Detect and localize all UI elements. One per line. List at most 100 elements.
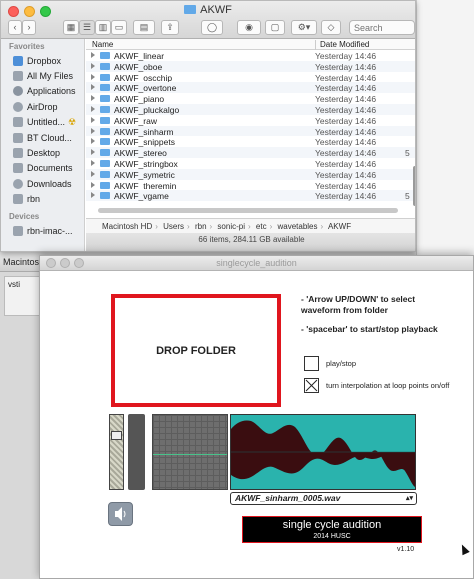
folder-icon: [13, 132, 23, 143]
arrange-icon: ▤: [139, 22, 149, 32]
disclosure-triangle-icon[interactable]: [91, 181, 95, 188]
share-button[interactable]: ⇪: [161, 20, 179, 35]
selected-file-label: AKWF_sinharm_0005.wav: [235, 493, 341, 503]
home-icon: [13, 194, 23, 205]
disclosure-triangle-icon[interactable]: [91, 192, 95, 199]
sidebar-item-downloads[interactable]: Downloads: [1, 176, 84, 191]
disclosure-triangle-icon[interactable]: [91, 116, 95, 123]
sidebar-item-label: BT Cloud...: [27, 132, 72, 143]
horizontal-scrollbar[interactable]: [98, 208, 398, 213]
disclosure-triangle-icon[interactable]: [91, 84, 95, 91]
table-row[interactable]: AKWF_piano Yesterday 14:46: [86, 93, 415, 104]
play-stop-toggle[interactable]: [304, 356, 319, 371]
sidebar-header: Favorites: [9, 42, 45, 51]
table-row[interactable]: AKWF_oboe Yesterday 14:46: [86, 60, 415, 72]
table-row[interactable]: AKWF_vgame Yesterday 14:46 5: [86, 190, 415, 201]
column-header-name[interactable]: Name: [92, 40, 113, 49]
column-view-button[interactable]: ▥: [95, 20, 111, 35]
file-rows: AKWF_linear Yesterday 14:46 AKWF_oboe Yeste…: [86, 50, 415, 201]
tag-button[interactable]: ▢: [265, 20, 285, 35]
disclosure-triangle-icon[interactable]: [91, 52, 95, 58]
list-header: Name Date Modified: [86, 39, 415, 50]
column-header-date[interactable]: Date Modified: [315, 40, 369, 50]
table-row[interactable]: AKWF_stereo Yesterday 14:46 5: [86, 147, 415, 158]
disclosure-triangle-icon[interactable]: [91, 73, 95, 80]
table-row[interactable]: AKWF_raw Yesterday 14:46: [86, 115, 415, 126]
slider-knob[interactable]: [111, 431, 122, 440]
dropbox-toolbar-button[interactable]: ◇: [321, 20, 341, 35]
audio-on-off-button[interactable]: [108, 502, 133, 526]
disclosure-triangle-icon[interactable]: [91, 95, 95, 102]
disclosure-triangle-icon[interactable]: [91, 105, 95, 112]
documents-icon: [13, 163, 23, 174]
instruction-spacebar: - 'spacebar' to start/stop playback: [301, 324, 438, 334]
path-item[interactable]: Macintosh HD: [102, 222, 152, 231]
downloads-icon: [13, 178, 23, 189]
file-date: Yesterday 14:46: [315, 115, 377, 126]
sidebar-item-documents[interactable]: Documents: [1, 161, 84, 176]
arrange-button[interactable]: ▤: [133, 20, 155, 35]
quicklook-button[interactable]: ◉: [237, 20, 261, 35]
sidebar-item-untitled[interactable]: Untitled... ☢: [1, 115, 84, 130]
table-row[interactable]: AKWF_snippets Yesterday 14:46: [86, 136, 415, 148]
volume-slider[interactable]: [109, 414, 124, 490]
table-row[interactable]: AKWF_symetric Yesterday 14:46: [86, 168, 415, 180]
sidebar-item-airdrop[interactable]: AirDrop: [1, 99, 84, 114]
folder-icon: [100, 138, 110, 146]
sidebar-item-desktop[interactable]: Desktop: [1, 145, 84, 160]
waveform-graph: [231, 420, 415, 487]
file-date: Yesterday 14:46: [315, 137, 377, 148]
sidebar-item-all-my-files[interactable]: All My Files: [1, 68, 84, 83]
coverflow-icon: ▭: [114, 22, 124, 32]
folder-icon: [100, 73, 110, 81]
disclosure-triangle-icon[interactable]: [91, 149, 95, 156]
sidebar-item-rbn[interactable]: rbn: [1, 192, 84, 207]
coverflow-view-button[interactable]: ▭: [111, 20, 127, 35]
action-button[interactable]: ⚙▾: [291, 20, 317, 35]
sidebar-item-dropbox[interactable]: Dropbox: [1, 53, 84, 68]
drop-folder-zone[interactable]: DROP FOLDER: [111, 294, 281, 407]
folder-icon: [100, 95, 110, 103]
file-date: Yesterday 14:46: [315, 169, 377, 180]
disclosure-triangle-icon[interactable]: [91, 138, 95, 145]
back-button[interactable]: ‹: [8, 20, 22, 35]
sidebar-item-imac[interactable]: rbn-imac-...: [1, 223, 84, 238]
minimize-button[interactable]: [60, 258, 70, 268]
table-row[interactable]: AKWF_linear Yesterday 14:46: [86, 50, 415, 61]
list-view-button[interactable]: ☰: [79, 20, 95, 35]
path-item[interactable]: wavetables: [277, 222, 317, 231]
table-row[interactable]: AKWF_oscchip Yesterday 14:46: [86, 72, 415, 83]
path-item[interactable]: AKWF: [328, 222, 351, 231]
finder-titlebar: AKWF ‹ › ▦ ☰ ▥ ▭ ▤ ⇪ ◯ ◉ ▢ ⚙▾ ◇: [1, 1, 415, 39]
tags-button[interactable]: ◯: [201, 20, 223, 35]
path-item[interactable]: etc: [256, 222, 267, 231]
drop-folder-label: DROP FOLDER: [156, 344, 236, 357]
computer-icon: [13, 225, 23, 236]
close-button[interactable]: [46, 258, 56, 268]
path-item[interactable]: sonic-pi: [217, 222, 245, 231]
disclosure-triangle-icon[interactable]: [91, 127, 95, 134]
table-row[interactable]: AKWF_theremin Yesterday 14:46: [86, 180, 415, 191]
forward-button[interactable]: ›: [22, 20, 36, 35]
disclosure-triangle-icon[interactable]: [91, 159, 95, 166]
search-input[interactable]: [349, 20, 415, 35]
sidebar-item-bt-cloud[interactable]: BT Cloud...: [1, 130, 84, 145]
zoom-button[interactable]: [74, 258, 84, 268]
table-row[interactable]: AKWF_overtone Yesterday 14:46: [86, 82, 415, 93]
file-date: Yesterday 14:46: [315, 104, 377, 115]
icon-view-button[interactable]: ▦: [63, 20, 79, 35]
radioactive-icon: ☢: [68, 116, 77, 127]
table-row[interactable]: AKWF_stringbox Yesterday 14:46: [86, 158, 415, 169]
interpolation-toggle[interactable]: [304, 378, 319, 393]
sidebar-item-applications[interactable]: Applications: [1, 84, 84, 99]
columns-icon: ▥: [98, 22, 108, 32]
sidebar-item-label: rbn-imac-...: [27, 225, 73, 236]
path-item[interactable]: rbn: [195, 222, 207, 231]
disclosure-triangle-icon[interactable]: [91, 170, 95, 177]
waveform-file-menu[interactable]: AKWF_sinharm_0005.wav ▴▾: [230, 492, 417, 505]
vertical-scrollbar[interactable]: [413, 166, 415, 206]
disclosure-triangle-icon[interactable]: [91, 62, 95, 69]
table-row[interactable]: AKWF_sinharm Yesterday 14:46: [86, 125, 415, 137]
path-item[interactable]: Users: [163, 222, 184, 231]
table-row[interactable]: AKWF_pluckalgo Yesterday 14:46: [86, 103, 415, 115]
